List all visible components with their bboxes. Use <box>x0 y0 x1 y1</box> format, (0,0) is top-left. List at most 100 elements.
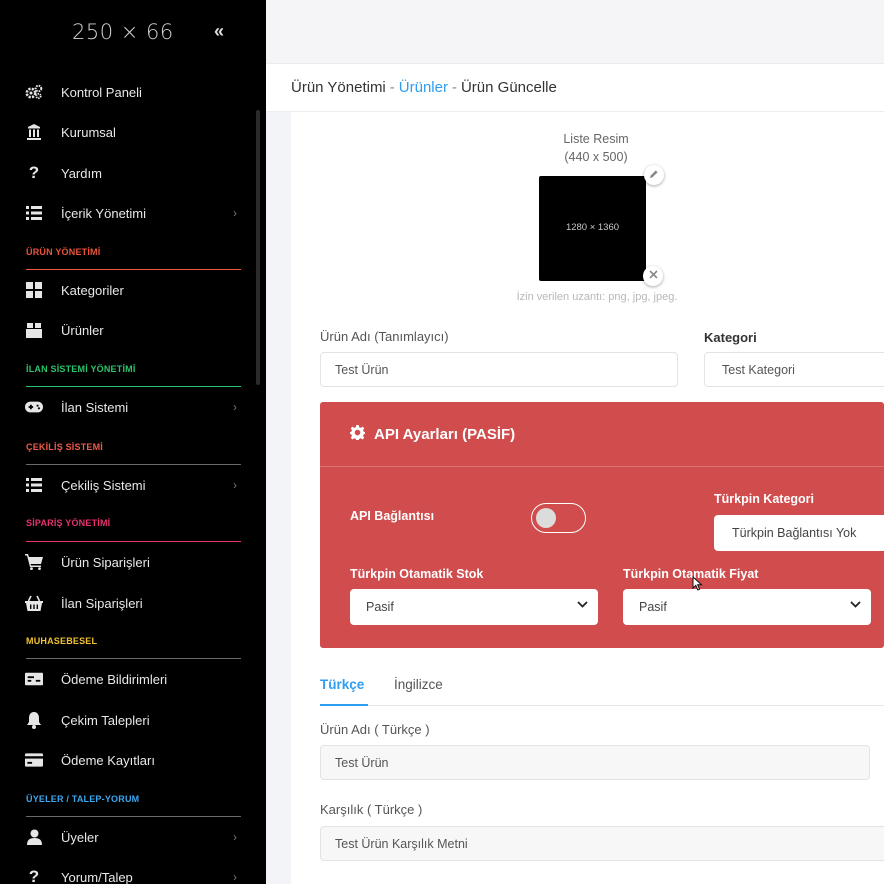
sidebar-item-help[interactable]: ? Yardım <box>0 158 250 188</box>
breadcrumb: Ürün Yönetimi - Ürünler - Ürün Güncelle <box>291 79 557 96</box>
tab-turkish[interactable]: Türkçe <box>320 677 364 692</box>
sidebar-item-categories[interactable]: Kategoriler <box>0 275 250 305</box>
section-header-raffle: ÇEKİLİŞ SİSTEMİ <box>26 442 103 452</box>
sidebar-item-label: Çekim Talepleri <box>61 712 150 728</box>
sidebar-item-content[interactable]: İçerik Yönetimi › <box>0 198 250 228</box>
auto-price-select[interactable]: Pasif <box>623 589 871 625</box>
auto-stock-value: Pasif <box>366 600 394 614</box>
image-upload-title: Liste Resim (440 x 500) <box>556 130 636 166</box>
edit-image-button[interactable] <box>644 165 664 185</box>
basket-icon <box>25 594 43 612</box>
collapse-sidebar-button[interactable]: « <box>214 21 224 42</box>
question-icon: ? <box>28 163 40 182</box>
chevron-down-icon <box>850 599 861 611</box>
breadcrumb-separator: - <box>451 79 457 96</box>
localized-name-label: Ürün Adı ( Türkçe ) <box>320 722 430 737</box>
chevron-down-icon <box>577 599 588 611</box>
remove-image-button[interactable] <box>643 266 663 286</box>
sidebar-item-payment-notifications[interactable]: Ödeme Bildirimleri <box>0 664 250 694</box>
api-settings-panel: API Ayarları (PASİF) API Bağlantısı Türk… <box>320 402 884 648</box>
sidebar-item-label: Yardım <box>61 165 102 181</box>
turkpin-category-select[interactable]: Türkpin Bağlantısı Yok <box>714 515 884 551</box>
sidebar-item-label: İlan Sistemi <box>61 399 129 415</box>
breadcrumb-item[interactable]: Ürünler <box>399 79 448 96</box>
image-upload-label: Liste Resim <box>563 132 629 146</box>
close-icon <box>648 270 658 282</box>
product-name-label: Ürün Adı (Tanımlayıcı) <box>320 329 449 344</box>
api-connection-label: API Bağlantısı <box>350 509 435 523</box>
image-upload-hint: İzin verilen uzantı: png, jpg, jpeg. <box>516 291 678 303</box>
section-label: SİPARİŞ YÖNETİMİ <box>26 518 111 528</box>
top-header <box>266 0 884 64</box>
sidebar-item-listing-system[interactable]: İlan Sistemi › <box>0 392 250 422</box>
section-label: ÜRÜN YÖNETİMİ <box>26 247 101 257</box>
gamepad-icon <box>25 398 43 416</box>
gear-icon <box>350 425 365 444</box>
breadcrumb-item[interactable]: Ürün Yönetimi <box>291 79 386 96</box>
sidebar-item-label: Ödeme Bildirimleri <box>61 671 168 687</box>
chevron-right-icon: › <box>233 830 237 844</box>
sidebar-item-label: Üyeler <box>61 829 99 845</box>
sidebar-item-label: Yorum/Talep <box>61 869 133 884</box>
section-label: İLAN SİSTEMİ YÖNETİMİ <box>26 364 136 374</box>
auto-price-label: Türkpin Otamatik Fiyat <box>623 567 759 581</box>
list-icon <box>25 476 43 494</box>
active-tab-indicator <box>320 704 368 706</box>
section-divider <box>26 541 241 542</box>
auto-stock-select[interactable]: Pasif <box>350 589 598 625</box>
sidebar-item-label: Ödeme Kayıtları <box>61 752 155 768</box>
section-label: MUHASEBESEL <box>26 636 98 646</box>
section-divider <box>26 269 241 270</box>
section-label: ÜYELER / TALEP-YORUM <box>26 794 140 804</box>
question-icon: ? <box>28 867 40 884</box>
category-label: Kategori <box>704 330 757 345</box>
localized-response-label: Karşılık ( Türkçe ) <box>320 802 423 817</box>
tabs-divider <box>320 705 884 706</box>
sidebar-item-products[interactable]: Ürünler <box>0 315 250 345</box>
cogs-icon <box>25 83 43 101</box>
breadcrumb-current: Ürün Güncelle <box>460 79 557 96</box>
cart-icon <box>25 553 43 571</box>
category-select[interactable]: Test Kategori <box>704 352 884 387</box>
grid-icon <box>25 281 43 299</box>
section-header-orders: SİPARİŞ YÖNETİMİ <box>26 518 110 528</box>
sidebar-item-corporate[interactable]: Kurumsal <box>0 117 250 147</box>
sidebar-item-label: Kurumsal <box>61 124 116 140</box>
localized-response-input[interactable]: Test Ürün Karşılık Metni <box>320 826 884 861</box>
sidebar-item-comments[interactable]: ? Yorum/Talep › <box>0 862 250 884</box>
product-name-input[interactable]: Test Ürün <box>320 352 678 387</box>
toggle-knob <box>536 508 556 528</box>
section-header-product: ÜRÜN YÖNETİMİ <box>26 247 100 257</box>
chevron-right-icon: › <box>233 870 237 884</box>
money-check-icon <box>25 670 43 688</box>
sidebar-item-withdraw-requests[interactable]: Çekim Talepleri <box>0 705 250 735</box>
credit-card-icon <box>25 751 43 769</box>
auto-price-value: Pasif <box>639 600 667 614</box>
sidebar-item-payment-records[interactable]: Ödeme Kayıtları <box>0 745 250 775</box>
sidebar-item-label: Ürünler <box>61 322 104 338</box>
image-preview: 1280 × 1360 <box>539 176 646 281</box>
user-icon <box>25 828 43 846</box>
section-divider <box>26 386 241 387</box>
sidebar-item-product-orders[interactable]: Ürün Siparişleri <box>0 547 250 577</box>
sidebar-item-listing-orders[interactable]: İlan Siparişleri <box>0 588 250 618</box>
pencil-icon <box>649 169 659 182</box>
api-connection-toggle[interactable] <box>531 503 586 533</box>
chevron-right-icon: › <box>233 478 237 492</box>
localized-name-input[interactable]: Test Ürün <box>320 745 870 780</box>
api-divider <box>320 466 884 467</box>
section-label: ÇEKİLİŞ SİSTEMİ <box>26 442 104 452</box>
auto-stock-label: Türkpin Otamatik Stok <box>350 567 484 581</box>
api-settings-title-text: API Ayarları (PASİF) <box>374 426 516 443</box>
building-icon <box>25 123 43 141</box>
sidebar-item-raffle-system[interactable]: Çekiliş Sistemi › <box>0 470 250 500</box>
image-placeholder-dimensions: 1280 × 1360 <box>565 222 620 233</box>
chevron-right-icon: › <box>233 206 237 220</box>
sidebar-item-label: Kontrol Paneli <box>61 84 142 100</box>
tab-english[interactable]: İngilizce <box>394 677 443 692</box>
sidebar: 250 × 66 « Kontrol Paneli Kurumsal ? Yar… <box>0 0 266 884</box>
sidebar-scrollbar[interactable] <box>256 110 260 385</box>
sidebar-item-members[interactable]: Üyeler › <box>0 822 250 852</box>
sidebar-item-label: Ürün Siparişleri <box>61 554 150 570</box>
sidebar-item-dashboard[interactable]: Kontrol Paneli <box>0 77 250 107</box>
